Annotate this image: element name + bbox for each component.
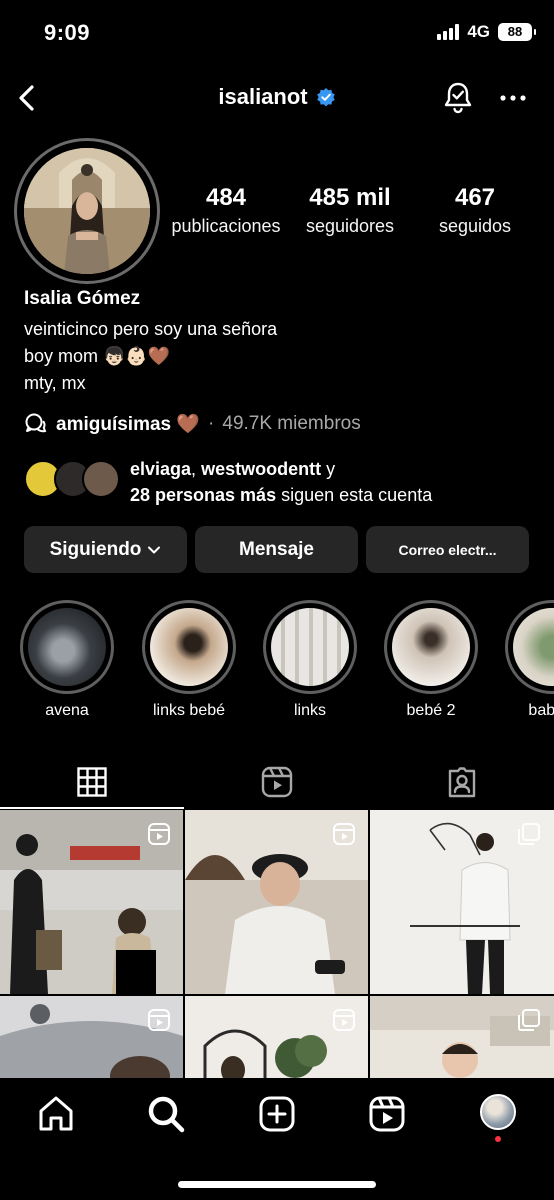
profile-username: isalianot	[218, 84, 308, 109]
highlight-item[interactable]: avena	[12, 600, 122, 720]
highlight-label: bebé 2	[406, 702, 456, 719]
highlight-item[interactable]: links bebé	[134, 600, 244, 720]
highlight-cover	[150, 608, 228, 686]
more-options-icon[interactable]	[497, 80, 529, 116]
highlight-cover	[392, 608, 470, 686]
network-type: 4G	[467, 22, 490, 41]
reel-badge-icon	[333, 823, 355, 845]
bio-line: mty, mx	[24, 373, 86, 393]
followed-conjunction: y	[326, 459, 336, 479]
highlight-item[interactable]: baby s	[497, 600, 554, 720]
tab-tagged[interactable]	[370, 755, 554, 809]
message-label: Mensaje	[239, 538, 314, 560]
posts-grid	[0, 810, 554, 1078]
post-thumbnail[interactable]	[185, 810, 368, 994]
stat-label: publicaciones	[171, 216, 281, 236]
bio-line: boy mom 👦🏻👶🏻🤎	[24, 346, 171, 366]
profile-bio: veinticinco pero soy una señora boy mom …	[24, 316, 277, 397]
post-thumbnail[interactable]	[370, 996, 554, 1078]
tab-posts-grid[interactable]	[0, 755, 184, 809]
broadcast-channel-link[interactable]: amiguísimas 🤎 · 49.7K miembros	[24, 412, 361, 436]
followed-suffix: siguen esta cuenta	[281, 485, 433, 505]
email-label: Correo electr...	[398, 541, 497, 558]
profile-stats: 484 publicaciones 485 mil seguidores 467…	[168, 184, 548, 237]
highlight-cover	[513, 608, 554, 686]
tab-reels[interactable]	[185, 755, 369, 809]
home-indicator	[178, 1181, 376, 1188]
stat-value: 484	[205, 184, 247, 211]
reel-badge-icon	[333, 1009, 355, 1031]
tagged-icon	[448, 767, 476, 798]
reel-badge-icon	[148, 823, 170, 845]
signal-icon	[437, 24, 460, 40]
bio-line: veinticinco pero soy una señora	[24, 319, 278, 339]
stat-label: seguidos	[438, 216, 512, 236]
channel-chat-icon	[25, 413, 47, 433]
reel-badge-icon	[148, 1009, 170, 1031]
mutual-others[interactable]: 28 personas más	[130, 485, 276, 505]
battery-icon: 88	[498, 23, 536, 41]
followed-by[interactable]: elviaga, westwoodentt y 28 personas más …	[24, 456, 544, 508]
post-thumbnail[interactable]	[370, 810, 554, 994]
grid-icon	[77, 767, 107, 797]
home-icon[interactable]	[36, 1094, 76, 1134]
stat-label: seguidores	[305, 216, 395, 236]
highlight-cover	[271, 608, 349, 686]
story-highlights: avena links bebé links bebé 2 baby s	[0, 600, 554, 730]
followed-comma: ,	[191, 459, 197, 479]
profile-header-bar: isalianot	[0, 72, 554, 124]
post-thumbnail[interactable]	[0, 810, 183, 994]
reels-nav-icon[interactable]	[367, 1094, 407, 1134]
post-thumbnail[interactable]	[185, 996, 368, 1078]
channel-name: amiguísimas 🤎	[56, 414, 201, 435]
profile-tabs	[0, 755, 554, 809]
stat-value: 467	[454, 184, 496, 211]
avatar-photo	[24, 148, 150, 274]
highlight-cover	[28, 608, 106, 686]
mutual-avatar	[82, 460, 120, 498]
highlight-item[interactable]: bebé 2	[376, 600, 486, 720]
selected-tab-indicator	[0, 807, 184, 809]
channel-members: 49.7K miembros	[222, 413, 361, 434]
highlight-label: baby s	[528, 702, 554, 719]
search-icon[interactable]	[146, 1094, 186, 1134]
carousel-badge-icon	[518, 1009, 540, 1031]
verified-badge-icon	[316, 88, 335, 107]
post-thumbnail[interactable]	[0, 996, 183, 1078]
mutual-user[interactable]: elviaga	[130, 459, 191, 479]
email-button[interactable]: Correo electr...	[366, 526, 529, 573]
stat-following[interactable]: 467 seguidos	[416, 184, 534, 237]
create-post-icon[interactable]	[257, 1094, 297, 1134]
profile-nav-avatar[interactable]	[480, 1094, 516, 1130]
profile-avatar[interactable]	[24, 148, 150, 274]
profile-actions: Siguiendo Mensaje Correo electr...	[24, 526, 530, 573]
profile-display-name: Isalia Gómez	[24, 288, 141, 309]
stat-value: 485 mil	[309, 184, 391, 211]
following-label: Siguiendo	[49, 538, 142, 560]
stat-posts[interactable]: 484 publicaciones	[168, 184, 284, 237]
following-button[interactable]: Siguiendo	[24, 526, 187, 573]
highlight-label: links	[293, 702, 326, 719]
channel-separator: ·	[208, 413, 215, 434]
highlight-label: avena	[45, 702, 89, 719]
reels-icon	[261, 766, 293, 798]
carousel-badge-icon	[518, 823, 540, 845]
followed-by-text: elviaga, westwoodentt y 28 personas más …	[130, 456, 432, 508]
chevron-down-icon	[148, 546, 161, 553]
status-time: 9:09	[44, 20, 91, 45]
mutual-avatars	[24, 456, 124, 502]
highlight-item[interactable]: links	[255, 600, 365, 720]
notification-dot	[495, 1136, 501, 1142]
message-button[interactable]: Mensaje	[195, 526, 358, 573]
highlight-label: links bebé	[152, 702, 226, 719]
stat-followers[interactable]: 485 mil seguidores	[284, 184, 416, 237]
notifications-bell-icon[interactable]	[440, 80, 476, 116]
status-bar: 9:09 4G 88	[0, 0, 554, 66]
mutual-user[interactable]: westwoodentt	[201, 459, 321, 479]
